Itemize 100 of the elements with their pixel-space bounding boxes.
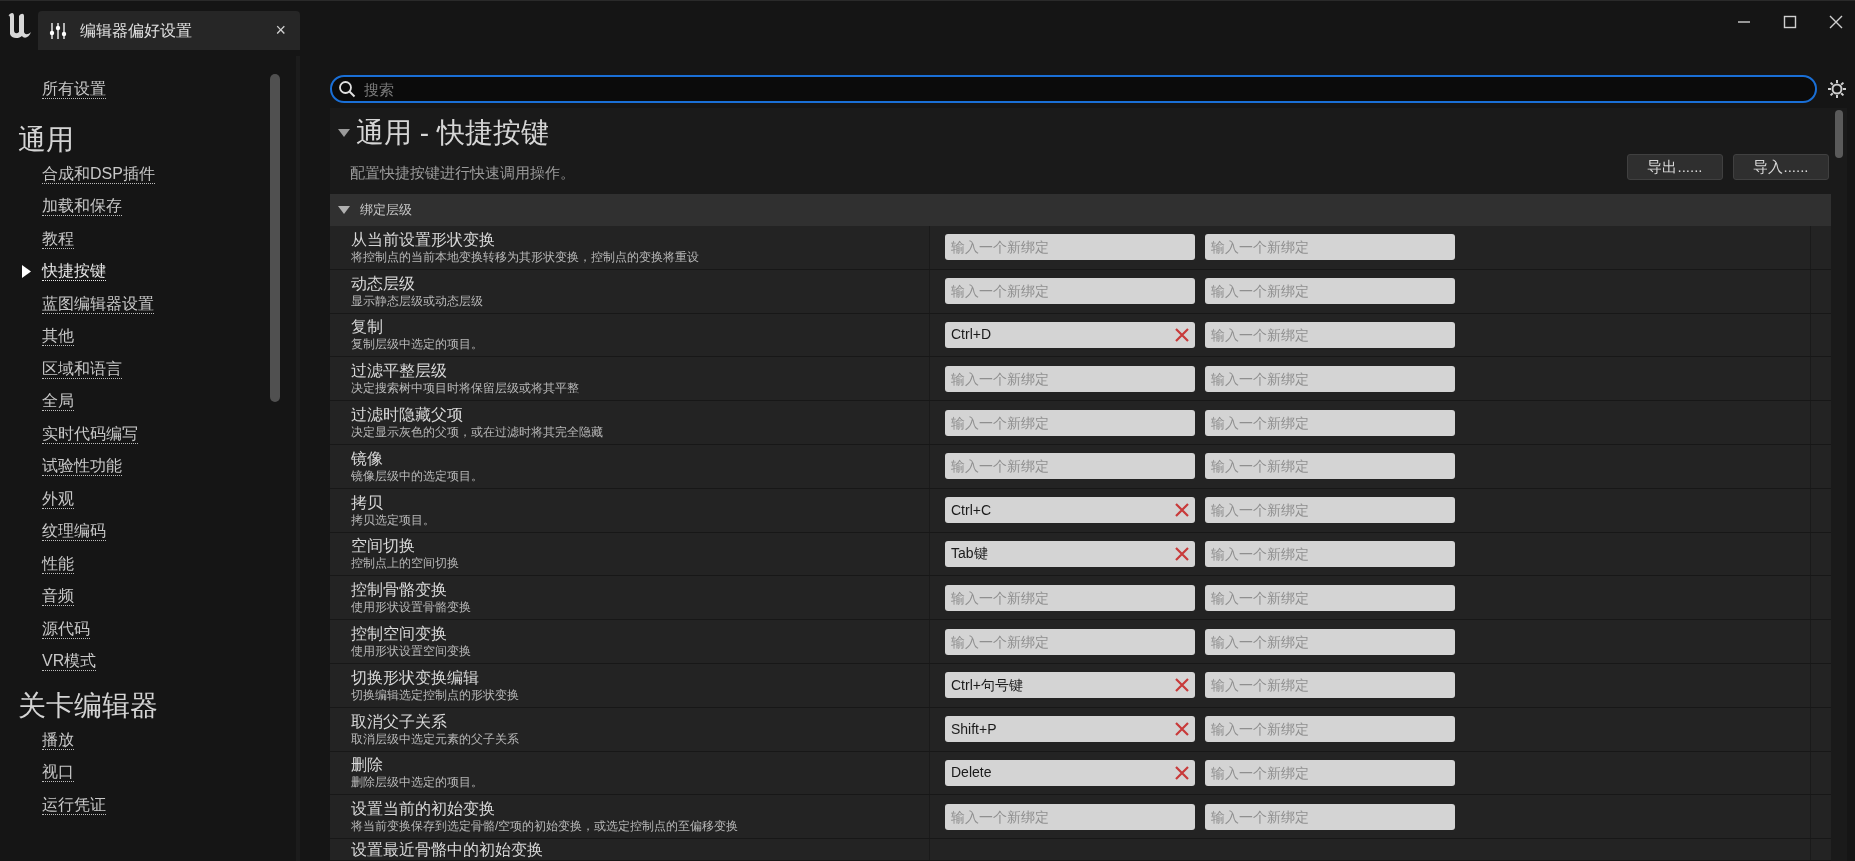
search-icon: [338, 80, 356, 98]
scrollbar-thumb[interactable]: [270, 74, 280, 402]
binding-field[interactable]: Ctrl+D: [945, 322, 1195, 348]
binding-field[interactable]: 输入一个新绑定: [1205, 803, 1455, 830]
scrollbar-thumb[interactable]: [1835, 110, 1843, 158]
shortcut-name: 从当前设置形状变换: [351, 229, 496, 249]
shortcut-name: 设置最近骨骼中的初始变换: [351, 840, 544, 860]
shortcut-name: 镜像: [351, 448, 384, 468]
shortcut-name: 空间切换: [351, 536, 416, 556]
category-heading: 关卡编辑器: [18, 691, 158, 720]
shortcut-name: 取消父子关系: [351, 711, 448, 731]
binding-field[interactable]: 输入一个新绑定: [945, 278, 1195, 305]
shortcut-name: 控制骨骼变换: [351, 580, 448, 600]
shortcut-name: 过滤时隐藏父项: [351, 405, 464, 425]
settings-link[interactable]: 外观: [42, 488, 74, 509]
binding-field[interactable]: 输入一个新绑定: [945, 409, 1195, 436]
binding-field[interactable]: 输入一个新绑定: [1205, 540, 1455, 567]
logo-icon: [5, 10, 33, 40]
binding-field[interactable]: Ctrl+C: [945, 497, 1195, 524]
clear-icon[interactable]: [1175, 546, 1189, 561]
shortcut-name: 过滤平整层级: [351, 361, 448, 381]
action-button[interactable]: 导入......: [1733, 154, 1829, 180]
binding-field[interactable]: 输入一个新绑定: [1205, 322, 1455, 348]
shortcut-description: 决定显示灰色的父项，或在过滤时将其完全隐藏: [351, 424, 604, 441]
binding-field[interactable]: Ctrl+句号键: [945, 672, 1195, 699]
shortcut-description: 拷贝选定项目。: [351, 511, 436, 528]
binding-field[interactable]: Delete: [945, 759, 1195, 786]
clear-icon[interactable]: [1175, 503, 1189, 518]
settings-link[interactable]: 音频: [42, 586, 74, 607]
collapse-arrow-icon[interactable]: [338, 129, 350, 137]
category-heading: 通用: [18, 125, 74, 154]
tab-title: 编辑器偏好设置: [80, 20, 193, 41]
binding-field[interactable]: 输入一个新绑定: [945, 803, 1195, 830]
settings-link[interactable]: 合成和DSP插件: [42, 163, 155, 184]
binding-field[interactable]: 输入一个新绑定: [1205, 453, 1455, 480]
binding-field[interactable]: 输入一个新绑定: [1205, 497, 1455, 524]
editor-tab[interactable]: 编辑器偏好设置 ×: [38, 11, 300, 50]
shortcut-name: 控制空间变换: [351, 624, 448, 644]
shortcut-name: 切换形状变换编辑: [351, 667, 480, 687]
settings-link[interactable]: 快捷按键: [42, 261, 106, 282]
binding-field[interactable]: 输入一个新绑定: [945, 628, 1195, 655]
settings-link[interactable]: 纹理编码: [42, 521, 106, 542]
settings-link[interactable]: 视口: [42, 762, 74, 783]
binding-field[interactable]: 输入一个新绑定: [1205, 584, 1455, 611]
settings-link[interactable]: 蓝图编辑器设置: [42, 293, 154, 314]
shortcut-name: 动态层级: [351, 273, 416, 293]
clear-icon[interactable]: [1175, 678, 1189, 693]
binding-field[interactable]: Tab键: [945, 540, 1195, 567]
shortcut-description: 取消层级中选定元素的父子关系: [351, 730, 520, 747]
settings-link[interactable]: 加载和保存: [42, 196, 122, 217]
search-field[interactable]: 搜索: [330, 75, 1817, 103]
shortcut-description: 镜像层级中的选定项目。: [351, 467, 484, 484]
clear-icon[interactable]: [1175, 328, 1189, 342]
settings-link[interactable]: 全局: [42, 391, 74, 412]
binding-field[interactable]: 输入一个新绑定: [1205, 759, 1455, 786]
binding-field[interactable]: 输入一个新绑定: [1205, 628, 1455, 655]
shortcut-description: 切换编辑选定控制点的形状变换: [351, 686, 520, 703]
shortcut-description: 将当前变换保存到选定骨骼/空项的初始变换，或选定控制点的至偏移变换: [351, 818, 740, 835]
binding-field[interactable]: 输入一个新绑定: [1205, 672, 1455, 699]
binding-field[interactable]: 输入一个新绑定: [1205, 278, 1455, 305]
shortcut-description: 控制点上的空间切换: [351, 555, 460, 572]
action-button[interactable]: 导出......: [1627, 154, 1723, 180]
binding-field[interactable]: 输入一个新绑定: [1205, 234, 1455, 261]
settings-link[interactable]: 其他: [42, 326, 74, 347]
settings-link[interactable]: 实时代码编写: [42, 423, 138, 444]
shortcut-name: 拷贝: [351, 492, 384, 512]
page-title: 通用 - 快捷按键: [356, 116, 549, 150]
settings-link[interactable]: 区域和语言: [42, 358, 122, 379]
settings-icon[interactable]: [1827, 79, 1847, 99]
settings-link[interactable]: 性能: [42, 553, 74, 574]
clear-icon[interactable]: [1175, 722, 1189, 737]
shortcut-description: 决定搜索树中项目时将保留层级或将其平整: [351, 380, 580, 397]
binding-field[interactable]: 输入一个新绑定: [945, 584, 1195, 611]
shortcut-description: 显示静态层级或动态层级: [351, 292, 484, 309]
clear-icon[interactable]: [1175, 765, 1189, 780]
maximize-icon[interactable]: [1783, 15, 1797, 29]
binding-field[interactable]: 输入一个新绑定: [1205, 365, 1455, 392]
binding-field[interactable]: Shift+P: [945, 716, 1195, 743]
settings-link[interactable]: 播放: [42, 729, 74, 750]
binding-field[interactable]: 输入一个新绑定: [945, 234, 1195, 261]
shortcut-name: 删除: [351, 755, 384, 775]
binding-field[interactable]: 输入一个新绑定: [945, 453, 1195, 480]
settings-link[interactable]: 教程: [42, 228, 74, 249]
shortcut-name: 设置当前的初始变换: [351, 799, 496, 819]
shortcut-description: 将控制点的当前本地变换转移为其形状变换，控制点的变换将重设: [351, 248, 700, 265]
close-tab-button[interactable]: ×: [271, 17, 290, 44]
page-description: 配置快捷按键进行快速调用操作。: [350, 162, 576, 183]
settings-link[interactable]: 源代码: [42, 618, 90, 639]
shortcut-description: 删除层级中选定的项目。: [351, 774, 484, 791]
binding-field[interactable]: 输入一个新绑定: [945, 365, 1195, 392]
binding-field[interactable]: 输入一个新绑定: [1205, 716, 1455, 743]
settings-link[interactable]: 试验性功能: [42, 456, 122, 477]
binding-field[interactable]: 输入一个新绑定: [1205, 409, 1455, 436]
close-icon[interactable]: [1829, 15, 1843, 29]
sliders-icon: [48, 20, 68, 41]
shortcut-description: 使用形状设置骨骼变换: [351, 599, 472, 616]
settings-link[interactable]: VR模式: [42, 651, 97, 672]
settings-link[interactable]: 所有设置: [42, 79, 106, 100]
section-header[interactable]: 绑定层级: [330, 194, 1831, 226]
settings-link[interactable]: 运行凭证: [42, 794, 106, 815]
